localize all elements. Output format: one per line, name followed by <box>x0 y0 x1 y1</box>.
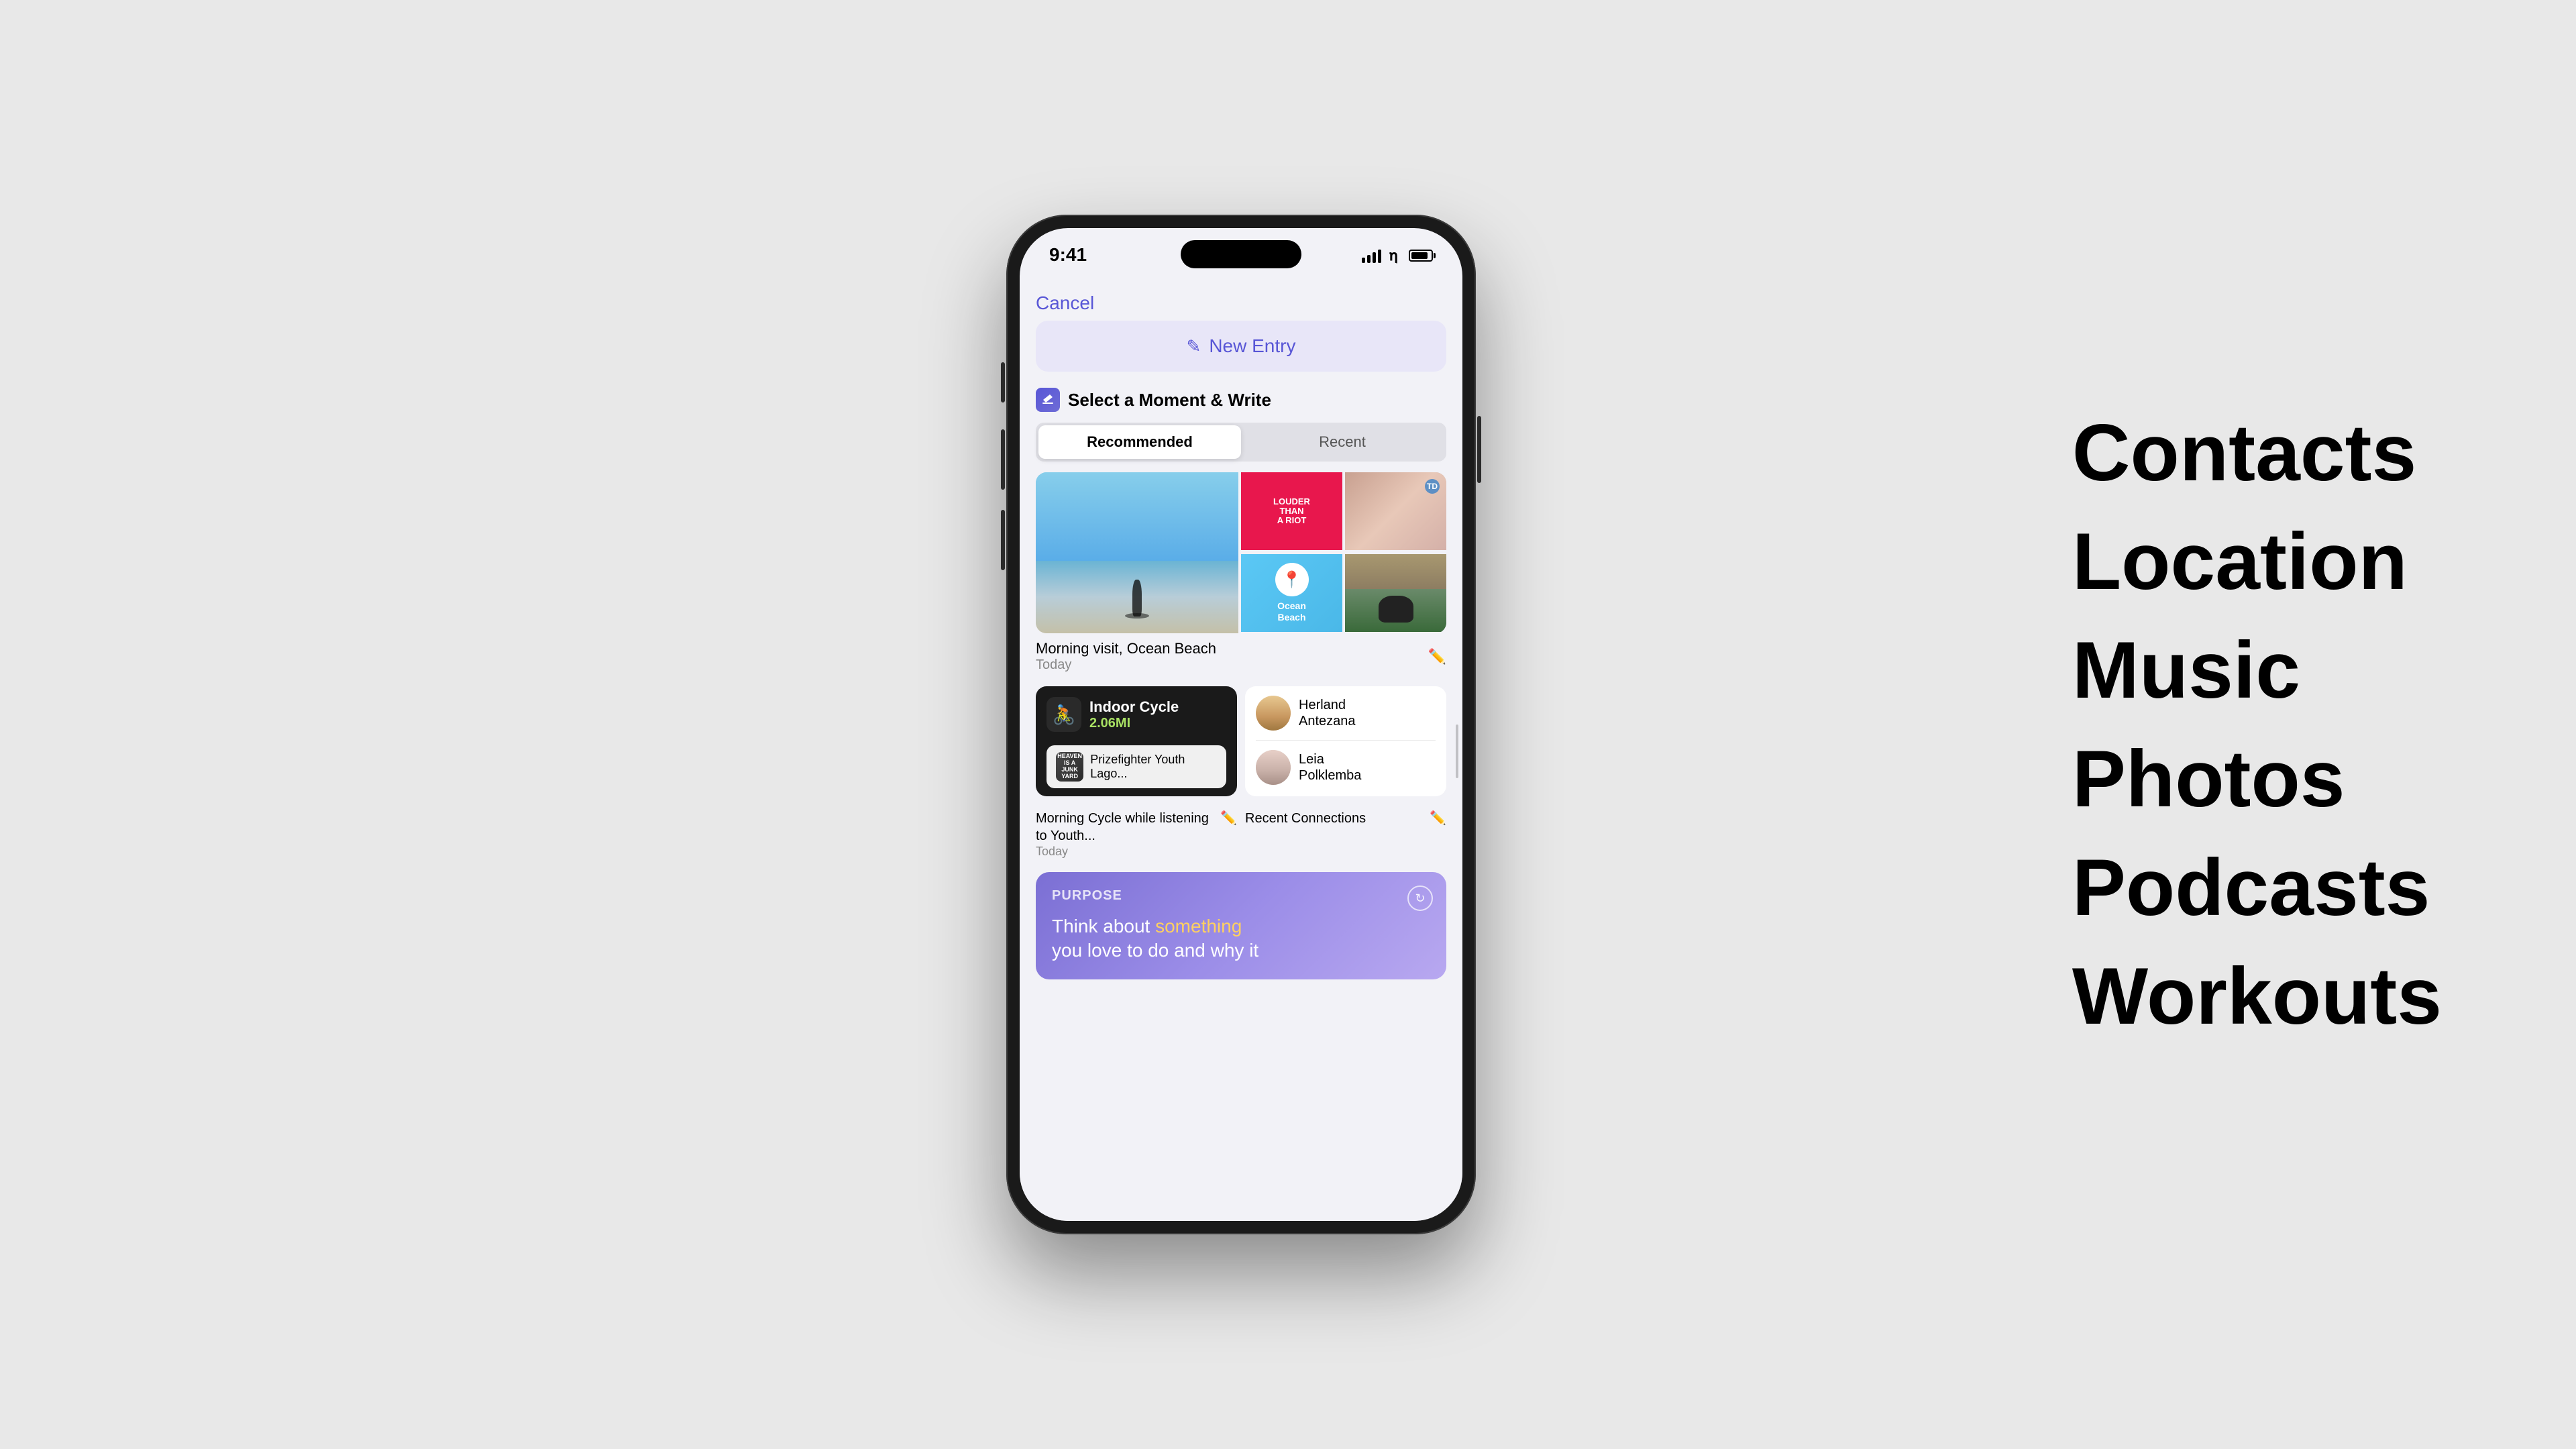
avatar-leia <box>1256 750 1291 785</box>
right-label-location: Location <box>2072 517 2442 606</box>
workout-card-caption: Morning Cycle while listening to Youth..… <box>1036 810 1237 859</box>
workout-caption-text: Morning Cycle while listening to Youth..… <box>1036 810 1220 845</box>
photo-grid: LOUDERTHANA RIOT TD 📍 <box>1036 472 1446 633</box>
workout-header: 🚴 Indoor Cycle 2.06MI <box>1036 686 1237 743</box>
right-label-music: Music <box>2072 626 2442 714</box>
signal-bar-1 <box>1362 258 1365 263</box>
workout-name: Indoor Cycle <box>1089 698 1179 716</box>
photo-caption-info: Morning visit, Ocean Beach Today <box>1036 640 1216 673</box>
purpose-text-highlight: something <box>1155 916 1242 936</box>
photo-main[interactable] <box>1036 472 1238 633</box>
cancel-button[interactable]: Cancel <box>1036 282 1446 321</box>
podcast-thumbnail: HEAVEN IS A JUNK YARD <box>1056 752 1083 782</box>
volume-down-button <box>1001 510 1005 570</box>
workout-distance: 2.06MI <box>1089 716 1179 731</box>
photo-dog[interactable] <box>1345 554 1446 632</box>
phone: 9:41 𝛈 Cancel <box>1006 215 1476 1234</box>
content-area: Cancel ✎ New Entry Select a Moment & Wri… <box>1020 282 1462 1221</box>
photo-podcast-cover[interactable]: LOUDERTHANA RIOT <box>1241 472 1342 550</box>
cards-row: 🚴 Indoor Cycle 2.06MI HEAVEN IS A JUNK Y… <box>1036 686 1446 796</box>
workout-caption-sub: Today <box>1036 845 1220 859</box>
contacts-edit-icon[interactable]: ✏️ <box>1430 810 1446 826</box>
purpose-text: Think about something you love to do and… <box>1052 914 1430 963</box>
new-entry-label: New Entry <box>1209 335 1295 357</box>
workout-info: Indoor Cycle 2.06MI <box>1089 698 1179 731</box>
section-icon <box>1036 388 1060 412</box>
contacts-card-caption: Recent Connections ✏️ <box>1245 810 1446 859</box>
signal-bar-2 <box>1367 255 1371 263</box>
podcast-row: HEAVEN IS A JUNK YARD Prizefighter Youth… <box>1046 745 1226 788</box>
right-label-podcasts: Podcasts <box>2072 843 2442 932</box>
purpose-refresh-icon[interactable]: ↻ <box>1407 885 1433 911</box>
signal-icon <box>1362 248 1381 263</box>
ocean-beach-label: Ocean Beach <box>1277 600 1306 623</box>
workout-card[interactable]: 🚴 Indoor Cycle 2.06MI HEAVEN IS A JUNK Y… <box>1036 686 1237 796</box>
signal-bar-3 <box>1373 252 1376 263</box>
power-button <box>1477 416 1481 483</box>
section-header: Select a Moment & Write <box>1036 388 1446 412</box>
location-icon: 📍 <box>1275 563 1309 596</box>
podcast-title: Prizefighter Youth Lago... <box>1090 753 1217 781</box>
photo-caption-sub: Today <box>1036 657 1216 673</box>
battery-fill <box>1411 252 1428 259</box>
photo-seashell[interactable]: TD <box>1345 472 1446 550</box>
contacts-caption-info: Recent Connections <box>1245 810 1366 827</box>
workout-icon: 🚴 <box>1046 697 1081 732</box>
volume-up-button <box>1001 429 1005 490</box>
new-entry-icon: ✎ <box>1187 336 1201 357</box>
scroll-indicator <box>1456 724 1458 778</box>
signal-bar-4 <box>1378 250 1381 263</box>
tabs-container: Recommended Recent <box>1036 423 1446 462</box>
right-label-workouts: Workouts <box>2072 952 2442 1040</box>
phone-wrapper: 9:41 𝛈 Cancel <box>1006 215 1476 1234</box>
avatar-herland <box>1256 696 1291 731</box>
photo-edit-icon[interactable]: ✏️ <box>1428 648 1446 665</box>
contact-row-leia: Leia Polklemba <box>1245 741 1446 794</box>
contact-name-leia: Leia Polklemba <box>1299 751 1361 784</box>
status-icons: 𝛈 <box>1362 247 1433 264</box>
purpose-label: PURPOSE <box>1052 888 1430 904</box>
right-labels: Contacts Location Music Photos Podcasts … <box>2072 409 2442 1040</box>
purpose-card[interactable]: PURPOSE ↻ Think about something you love… <box>1036 872 1446 979</box>
podcast-info: Prizefighter Youth Lago... <box>1090 753 1217 781</box>
right-label-photos: Photos <box>2072 735 2442 823</box>
workout-caption-info: Morning Cycle while listening to Youth..… <box>1036 810 1220 859</box>
location-pin-icon: 📍 <box>1282 570 1302 590</box>
right-label-contacts: Contacts <box>2072 409 2442 497</box>
workout-edit-icon[interactable]: ✏️ <box>1220 810 1237 826</box>
tab-recent[interactable]: Recent <box>1241 425 1444 459</box>
purpose-text-normal: Think about <box>1052 916 1155 936</box>
new-entry-button[interactable]: ✎ New Entry <box>1036 321 1446 372</box>
dynamic-island <box>1181 240 1301 268</box>
phone-screen: 9:41 𝛈 Cancel <box>1020 228 1462 1221</box>
battery-icon <box>1409 250 1433 262</box>
section-title: Select a Moment & Write <box>1068 390 1271 411</box>
contacts-card[interactable]: Herland Antezana Leia P <box>1245 686 1446 796</box>
contact-row-herland: Herland Antezana <box>1245 686 1446 740</box>
mute-button <box>1001 362 1005 402</box>
card-caption-row: Morning Cycle while listening to Youth..… <box>1036 810 1446 859</box>
tab-recommended[interactable]: Recommended <box>1038 425 1241 459</box>
status-time: 9:41 <box>1049 244 1087 266</box>
purpose-text-cont: you love to do and why it <box>1052 940 1258 961</box>
contacts-caption-text: Recent Connections <box>1245 810 1366 827</box>
wifi-icon: 𝛈 <box>1389 247 1398 264</box>
photo-caption: Morning visit, Ocean Beach Today ✏️ <box>1036 640 1446 673</box>
photo-caption-text: Morning visit, Ocean Beach <box>1036 640 1216 657</box>
photo-ocean-beach[interactable]: 📍 Ocean Beach <box>1241 554 1342 632</box>
contact-name-herland: Herland Antezana <box>1299 697 1356 729</box>
pencil-icon <box>1041 393 1055 407</box>
